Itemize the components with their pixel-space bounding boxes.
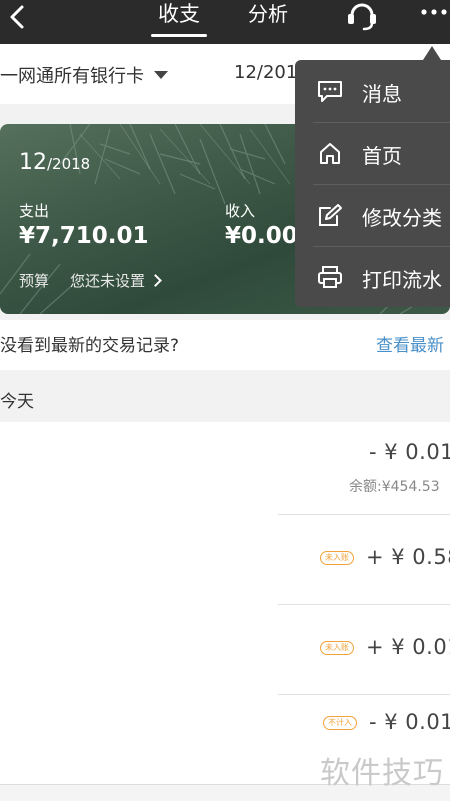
menu-item-home[interactable]: 首页: [295, 122, 450, 184]
budget-label: 预算: [19, 272, 50, 290]
expense-value: ¥7,710.01: [19, 223, 149, 249]
menu-item-messages[interactable]: 消息: [295, 60, 450, 122]
bank-card-selector-label: 一网通所有银行卡: [0, 66, 144, 87]
expense-label: 支出: [19, 202, 50, 220]
tab-income-expense-label: 收支: [158, 2, 200, 26]
transaction-amount: + ¥ 0.01: [366, 635, 450, 659]
top-navigation-bar: 收支 分析: [0, 0, 450, 44]
active-tab-underline: [151, 34, 207, 37]
section-header-today-label: 今天: [0, 392, 34, 412]
date-selector-label: 12/201: [234, 62, 298, 83]
view-latest-link[interactable]: 查看最新: [376, 331, 444, 356]
popup-menu-pointer: [423, 46, 441, 60]
transaction-row[interactable]: - ¥ 0.01: [0, 422, 450, 514]
transaction-row[interactable]: 未入账 + ¥ 0.58: [0, 515, 450, 604]
printer-icon: [318, 266, 342, 288]
section-header-today: 今天: [0, 370, 450, 422]
transaction-amount: - ¥ 0.01: [369, 440, 450, 464]
card-year: /2018: [47, 155, 91, 173]
popup-menu: 消息 首页 修改分类 打印流水: [295, 60, 450, 307]
home-icon: [320, 143, 340, 164]
edit-icon: [319, 204, 342, 226]
more-dots-icon[interactable]: [418, 2, 450, 22]
chevron-right-icon: [149, 274, 162, 287]
tab-analysis-label: 分析: [248, 2, 288, 26]
income-label: 收入: [225, 202, 256, 220]
menu-item-label: 修改分类: [362, 206, 442, 230]
tab-analysis[interactable]: 分析: [248, 0, 296, 44]
menu-item-edit-category[interactable]: 修改分类: [295, 184, 450, 246]
message-icon: [318, 81, 342, 102]
back-arrow-icon[interactable]: [4, 3, 34, 39]
menu-item-print-statement[interactable]: 打印流水: [295, 246, 450, 308]
tab-income-expense[interactable]: 收支: [151, 0, 207, 44]
date-selector[interactable]: 12/201: [234, 62, 297, 83]
card-month: 12/2018: [19, 150, 90, 175]
transaction-amount: - ¥ 0.01: [369, 710, 450, 734]
menu-item-label: 消息: [362, 82, 402, 106]
caret-down-icon: [154, 71, 168, 79]
budget-setup-link[interactable]: 您还未设置: [70, 270, 162, 291]
budget-status-text: 您还未设置: [70, 272, 146, 290]
bank-card-selector[interactable]: 一网通所有银行卡: [0, 62, 168, 88]
pending-badge: 未入账: [320, 551, 354, 565]
menu-item-label: 打印流水: [362, 268, 442, 292]
menu-item-label: 首页: [362, 144, 402, 168]
pending-badge: 未入账: [320, 641, 354, 655]
card-month-number: 12: [19, 150, 47, 175]
watermark: 软件技巧: [320, 756, 444, 791]
income-value: ¥0.00: [225, 223, 298, 249]
transaction-row[interactable]: 未入账 + ¥ 0.01: [0, 605, 450, 694]
transaction-amount: + ¥ 0.58: [366, 545, 450, 569]
headset-icon[interactable]: [345, 2, 379, 32]
transaction-balance: 余额:¥454.53: [349, 479, 440, 495]
excluded-badge: 不计入: [323, 716, 357, 730]
